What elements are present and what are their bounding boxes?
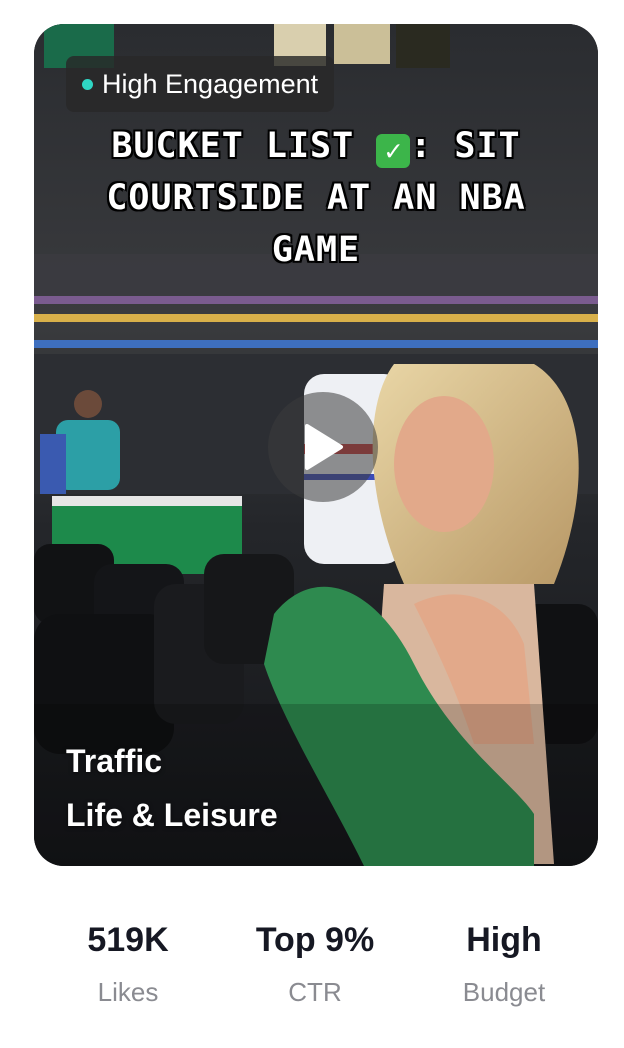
- stat-label: Likes: [97, 977, 159, 1007]
- play-icon: [305, 424, 343, 470]
- video-caption: BUCKET LIST ✓: SIT COURTSIDE AT AN NBA G…: [54, 120, 578, 276]
- stats-row: 519K Likes Top 9% CTR High Budget: [0, 916, 624, 1026]
- stat-value: High: [466, 921, 542, 959]
- engagement-badge: High Engagement: [66, 56, 335, 112]
- category-secondary: Life & Leisure: [66, 797, 278, 833]
- stat-likes: 519K Likes: [28, 916, 228, 1016]
- stat-value: Top 9%: [255, 921, 375, 959]
- category-labels: Traffic Life & Leisure: [66, 734, 278, 842]
- caption-text-start: BUCKET LIST: [111, 126, 377, 166]
- stat-label: CTR: [288, 977, 342, 1007]
- stat-budget: High Budget: [404, 916, 604, 1016]
- stat-ctr: Top 9% CTR: [215, 916, 415, 1016]
- badge-label: High Engagement: [102, 68, 319, 99]
- check-mark-icon: ✓: [376, 134, 411, 168]
- status-dot-icon: [82, 78, 93, 90]
- category-primary: Traffic: [66, 743, 163, 779]
- play-button[interactable]: [268, 392, 378, 502]
- stat-value: 519K: [87, 921, 169, 959]
- video-card[interactable]: High Engagement BUCKET LIST ✓: SIT COURT…: [34, 24, 598, 866]
- stat-label: Budget: [462, 977, 546, 1007]
